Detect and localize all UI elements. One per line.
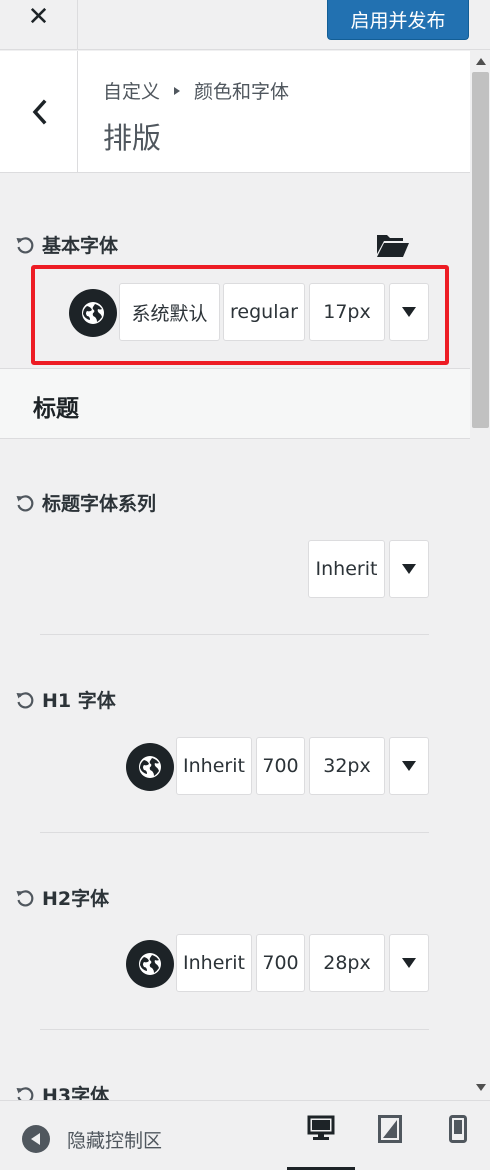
breadcrumb-root: 自定义 [103,81,161,103]
collapse-label: 隐藏控制区 [67,1129,163,1152]
h1-font-family-select[interactable]: Inherit [176,737,252,795]
collapse-icon [22,1125,50,1153]
section-header: 自定义 颜色和字体 排版 [0,51,470,173]
collapse-sidebar-button[interactable]: 隐藏控制区 [22,1125,162,1153]
customizer-footer: 隐藏控制区 [0,1100,490,1170]
dropdown-arrow-icon [402,564,416,574]
folder-icon[interactable] [376,232,410,258]
h2-more-dropdown[interactable] [389,934,429,992]
h2-font-label: H2字体 [15,884,109,911]
preview-mobile-button[interactable] [424,1115,490,1170]
base-font-more-dropdown[interactable] [389,283,429,341]
scroll-down-arrow-icon[interactable] [476,1084,486,1091]
heading-family-label: 标题字体系列 [15,489,156,516]
dropdown-arrow-icon [402,761,416,771]
preview-tablet-button[interactable] [356,1115,424,1170]
h1-more-dropdown[interactable] [389,737,429,795]
globe-icon[interactable] [126,743,174,791]
mobile-icon [449,1115,467,1143]
breadcrumb-current: 颜色和字体 [194,81,290,103]
base-font-family-select[interactable]: 系统默认 [119,283,220,341]
h1-font-label: H1 字体 [15,686,116,713]
desktop-icon [307,1115,335,1140]
headings-group-title: 标题 [33,396,79,422]
breadcrumb: 自定义 颜色和字体 [103,77,289,104]
scroll-up-arrow-icon[interactable] [476,58,486,65]
h1-font-weight-select[interactable]: 700 [256,737,305,795]
reset-icon[interactable] [15,690,35,710]
divider [40,1029,429,1030]
close-icon: ✕ [27,2,50,32]
reset-icon[interactable] [15,493,35,513]
customizer-header: ✕ 启用并发布 [0,0,490,50]
publish-button[interactable]: 启用并发布 [327,0,469,40]
back-arrow-icon [32,99,46,125]
divider [40,634,429,635]
h2-font-family-select[interactable]: Inherit [176,934,252,992]
close-button[interactable]: ✕ [0,0,78,50]
globe-icon[interactable] [69,289,117,337]
breadcrumb-separator-icon [174,86,181,95]
heading-family-more-dropdown[interactable] [389,540,429,598]
base-font-label: 基本字体 [15,231,118,258]
headings-group-header: 标题 [0,368,470,439]
base-font-weight-select[interactable]: regular [223,283,305,341]
page-title: 排版 [103,121,162,155]
dropdown-arrow-icon [402,958,416,968]
tablet-icon [378,1115,402,1143]
h1-font-size-input[interactable]: 32px [309,737,385,795]
h2-font-size-input[interactable]: 28px [309,934,385,992]
globe-icon[interactable] [126,940,174,988]
preview-desktop-button[interactable] [287,1115,355,1170]
divider [40,832,429,833]
scroll-thumb[interactable] [472,72,489,428]
reset-icon[interactable] [15,235,35,255]
base-font-size-input[interactable]: 17px [309,283,385,341]
dropdown-arrow-icon [402,307,416,317]
reset-icon[interactable] [15,888,35,908]
h2-font-weight-select[interactable]: 700 [256,934,305,992]
heading-family-select[interactable]: Inherit [308,540,385,598]
back-button[interactable] [0,51,78,173]
